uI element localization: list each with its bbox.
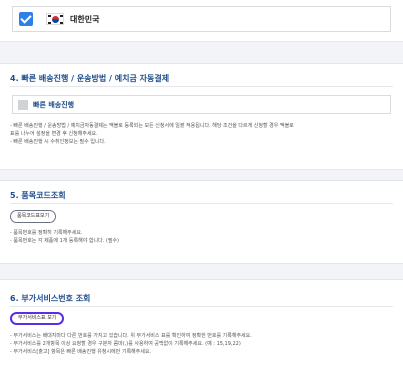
- item-code-table-button[interactable]: 품목코드표보기: [10, 210, 57, 223]
- section-4-divider: [10, 86, 393, 87]
- note-item: - 빠른 배송진행 / 운송방법 / 예치금자동결제는 맥볼로 등록되는 모든 …: [10, 123, 294, 129]
- country-panel: 대한민국: [0, 0, 403, 42]
- note-item: - 빠른 배송진행 시 수취인정보는 필수 입니다.: [10, 139, 106, 145]
- note-item: 표를 나누어 설정을 변경 후 신청해주세요.: [10, 131, 98, 137]
- note-item: - 부가서비스를 2개항목 이상 요청할 경우 구분자 콤마(,)를 사용하여 …: [10, 341, 241, 347]
- korea-flag-icon: [46, 13, 64, 25]
- extra-service-table-button[interactable]: 부가서비스표 보기: [10, 312, 65, 325]
- section-4-notes: - 빠른 배송진행 / 운송방법 / 예치금자동결제는 맥볼로 등록되는 모든 …: [10, 122, 395, 146]
- note-item: - 부가서비스[출고] 항목은 빠른 배송진행 유청시에만 기록해주세요.: [10, 349, 152, 355]
- note-item: - 부가서비스는 배대지마다 다른 번호를 가지고 있습니다. 위 부가서비스 …: [10, 333, 252, 339]
- section-extra-service: 6. 부가서비스번호 조회 부가서비스표 보기 - 부가서비스는 배대지마다 다…: [0, 279, 403, 382]
- section-6-title: 6. 부가서비스번호 조회: [10, 294, 91, 303]
- express-shipping-button[interactable]: 빠른 배송진행: [12, 95, 391, 114]
- country-label: 대한민국: [70, 14, 100, 24]
- section-5-notes: - 품목번호를 정확히 기록해주세요. - 품목번호는 각 제품에 1개 등록해…: [10, 229, 395, 245]
- country-option-korea[interactable]: 대한민국: [12, 6, 391, 32]
- section-4-title: 4. 빠른 배송진행 / 운송방법 / 예치금 자동결제: [10, 74, 170, 83]
- section-6-notes: - 부가서비스는 배대지마다 다른 번호를 가지고 있습니다. 위 부가서비스 …: [10, 332, 395, 356]
- section-item-code: 5. 품목코드조회 품목코드표보기 - 품목번호를 정확히 기록해주세요. - …: [0, 180, 403, 264]
- section-5-divider: [10, 203, 393, 204]
- note-item: - 품목번호는 각 제품에 1개 등록해야 합니다. (필수): [10, 238, 120, 244]
- section-6-divider: [10, 306, 393, 307]
- country-checkbox[interactable]: [19, 12, 33, 26]
- section-5-title: 5. 품목코드조회: [10, 191, 66, 200]
- section-express-shipping: 4. 빠른 배송진행 / 운송방법 / 예치금 자동결제 빠른 배송진행 - 빠…: [0, 63, 403, 170]
- application-form-page: 대한민국 4. 빠른 배송진행 / 운송방법 / 예치금 자동결제 빠른 배송진…: [0, 0, 403, 382]
- express-shipping-icon: [18, 99, 28, 110]
- note-item: - 품목번호를 정확히 기록해주세요.: [10, 230, 83, 236]
- express-shipping-label: 빠른 배송진행: [33, 100, 75, 109]
